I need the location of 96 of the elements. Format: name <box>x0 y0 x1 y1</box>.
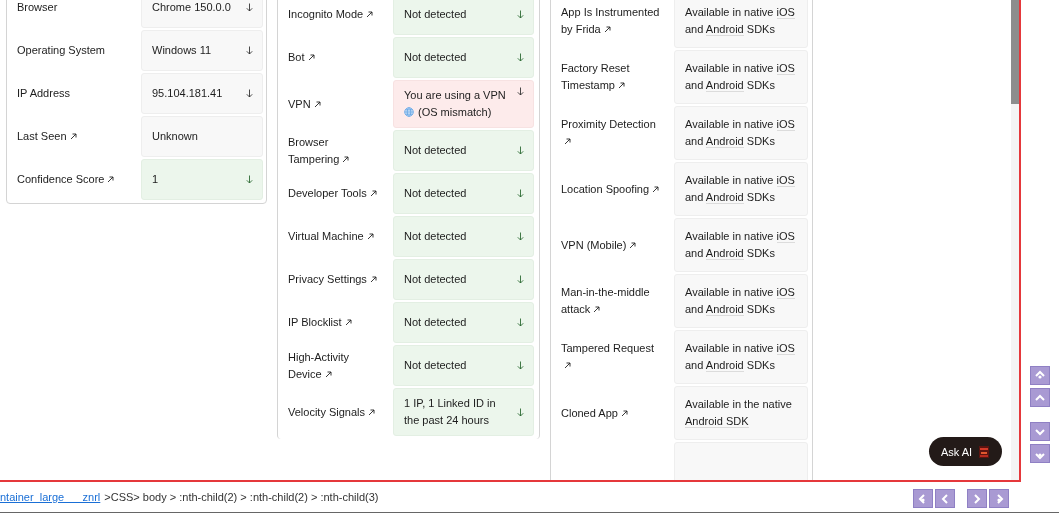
signal-value: Not detected <box>393 0 534 35</box>
feature-label[interactable]: Location Spoofing <box>561 180 660 198</box>
value-field: Chrome 150.0.0 <box>141 0 263 28</box>
down-arrow-icon[interactable] <box>246 3 253 12</box>
sdk-link[interactable]: iOS <box>776 118 795 131</box>
sdk-link[interactable]: iOS <box>776 6 795 19</box>
field-label: Browser <box>17 0 58 15</box>
sdk-link[interactable]: Android <box>705 135 744 148</box>
signal-value: Not detected <box>393 259 534 300</box>
down-arrow-icon[interactable] <box>517 53 524 62</box>
sdk-link[interactable]: Android <box>705 23 744 36</box>
signal-label[interactable]: Developer Tools <box>288 185 377 202</box>
next-button[interactable] <box>967 489 987 508</box>
value-field: Unknown <box>141 116 263 157</box>
availability-note: Available in the native Android SDK <box>685 397 793 430</box>
sdk-link[interactable]: iOS <box>776 174 795 187</box>
sdk-link[interactable]: iOS <box>776 62 795 75</box>
signal-label[interactable]: Privacy Settings <box>288 271 377 288</box>
signal-value: You are using a VPN (OS mismatch) <box>393 80 534 128</box>
feature-label[interactable]: Factory Reset Timestamp <box>561 60 660 94</box>
sdk-link[interactable]: iOS <box>776 342 795 355</box>
css-path: >CSS> body > :nth-child(2) > :nth-child(2) > :nth-child(3) <box>104 491 379 503</box>
sdk-link[interactable]: iOS <box>776 286 795 299</box>
scroll-down-button[interactable] <box>1030 422 1050 441</box>
availability-note: Available in native iOS and Android SDKs <box>685 341 796 374</box>
signal-label[interactable]: High-Activity Device <box>288 348 379 383</box>
sdk-link[interactable]: iOS <box>776 230 795 243</box>
signal-label[interactable]: Incognito Mode <box>288 6 374 23</box>
signal-label[interactable]: Virtual Machine <box>288 228 374 245</box>
external-link-icon <box>564 362 571 369</box>
external-link-icon <box>603 26 611 33</box>
field-label[interactable]: Last Seen <box>17 128 77 145</box>
previous-button[interactable] <box>935 489 955 508</box>
down-arrow-icon[interactable] <box>517 318 524 327</box>
down-arrow-icon[interactable] <box>517 361 524 370</box>
down-arrow-icon[interactable] <box>517 146 524 155</box>
breadcrumb-link[interactable]: ntainer_large___znrl <box>0 491 101 503</box>
down-arrow-icon[interactable] <box>517 407 524 417</box>
value-field: 95.104.181.41 <box>141 73 263 114</box>
signal-value: Not detected <box>393 345 534 386</box>
signal-value: Not detected <box>393 173 534 214</box>
sdk-link[interactable]: Android <box>705 303 744 316</box>
availability-note: Available in native iOS and Android SDKs <box>685 117 796 150</box>
external-link-icon <box>620 409 628 417</box>
field-label: IP Address <box>17 86 70 101</box>
external-link-icon <box>652 185 660 193</box>
external-link-icon <box>618 82 625 89</box>
down-arrow-icon[interactable] <box>517 232 524 241</box>
signal-value: Not detected <box>393 37 534 78</box>
last-button[interactable] <box>989 489 1009 508</box>
scrollbar[interactable] <box>1011 0 1019 480</box>
down-arrow-icon[interactable] <box>246 46 253 55</box>
sdk-link[interactable]: Android <box>705 247 744 260</box>
field-label: Operating System <box>17 43 106 58</box>
field-label[interactable]: Confidence Score <box>17 171 115 188</box>
pixel-icon <box>978 444 991 459</box>
down-arrow-icon[interactable] <box>246 175 253 184</box>
scroll-bottom-button[interactable] <box>1030 444 1050 463</box>
ask-ai-button[interactable]: Ask AI <box>929 437 1003 466</box>
availability-note: Available in native iOS and Android SDKs <box>685 61 796 94</box>
external-link-icon <box>629 241 637 249</box>
scroll-up-button[interactable] <box>1030 388 1050 407</box>
signal-value: Not detected <box>393 302 534 343</box>
feature-label[interactable]: Cloned App <box>561 404 628 422</box>
down-arrow-icon[interactable] <box>246 89 253 98</box>
signal-label[interactable]: Bot <box>288 49 315 66</box>
down-arrow-icon[interactable] <box>517 275 524 284</box>
value-field: Windows 11 <box>141 30 263 71</box>
signal-label[interactable]: IP Blocklist <box>288 314 352 331</box>
availability-note: Available in native iOS and Android SDKs <box>685 229 796 262</box>
feature-label[interactable]: Proximity Detection <box>561 116 660 150</box>
external-link-icon <box>593 306 601 313</box>
availability-note: Available in native iOS and Android SDKs <box>685 173 796 206</box>
feature-label[interactable]: Tampered Request <box>561 340 660 374</box>
availability-note: Available in native iOS and Android SDKs <box>685 5 796 38</box>
feature-label[interactable]: VPN (Mobile) <box>561 236 637 254</box>
value-field: 1 <box>141 159 263 200</box>
sdk-link[interactable]: Android <box>705 79 744 92</box>
feature-label[interactable]: Man-in-the-middle attack <box>561 284 660 318</box>
down-arrow-icon[interactable] <box>517 189 524 198</box>
sdk-link[interactable]: Android <box>705 359 744 372</box>
signal-label[interactable]: Browser Tampering <box>288 133 379 168</box>
availability-note: Available in native iOS and Android SDKs <box>685 285 796 318</box>
down-arrow-icon[interactable] <box>517 87 524 96</box>
signal-value: Not detected <box>393 130 534 171</box>
scroll-top-button[interactable] <box>1030 366 1050 385</box>
signal-value: Not detected <box>393 216 534 257</box>
first-button[interactable] <box>913 489 933 508</box>
feature-label[interactable]: App Is Instrumented by Frida <box>561 4 660 38</box>
sdk-link[interactable]: Android SDK <box>685 415 749 428</box>
signal-label[interactable]: VPN <box>288 95 321 113</box>
signal-label[interactable]: Velocity Signals <box>288 403 376 421</box>
signal-value: 1 IP, 1 Linked ID in the past 24 hours <box>393 388 534 436</box>
external-link-icon <box>564 138 571 145</box>
sdk-link[interactable]: Android <box>705 191 744 204</box>
down-arrow-icon[interactable] <box>517 10 524 19</box>
